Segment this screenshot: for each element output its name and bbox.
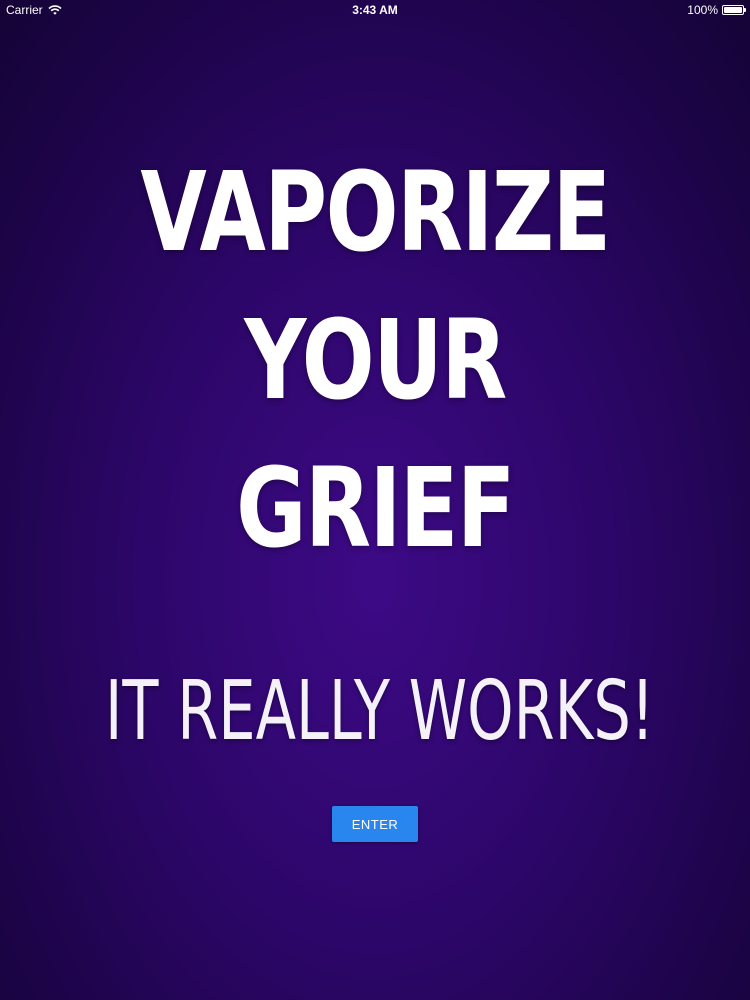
headline-line-2: YOUR [244, 296, 507, 424]
headline: VAPORIZE YOUR GRIEF [83, 138, 668, 582]
status-right: 100% [687, 3, 746, 17]
battery-fill [724, 7, 742, 13]
status-bar: Carrier 3:43 AM 100% [0, 0, 750, 22]
enter-button[interactable]: ENTER [332, 806, 418, 842]
headline-line-1: VAPORIZE [140, 148, 611, 276]
headline-line-3: GRIEF [236, 444, 515, 572]
battery-icon [722, 5, 746, 15]
battery-percent: 100% [687, 3, 718, 17]
status-time: 3:43 AM [352, 3, 398, 17]
tagline: IT REALLY WORKS! [105, 664, 655, 759]
